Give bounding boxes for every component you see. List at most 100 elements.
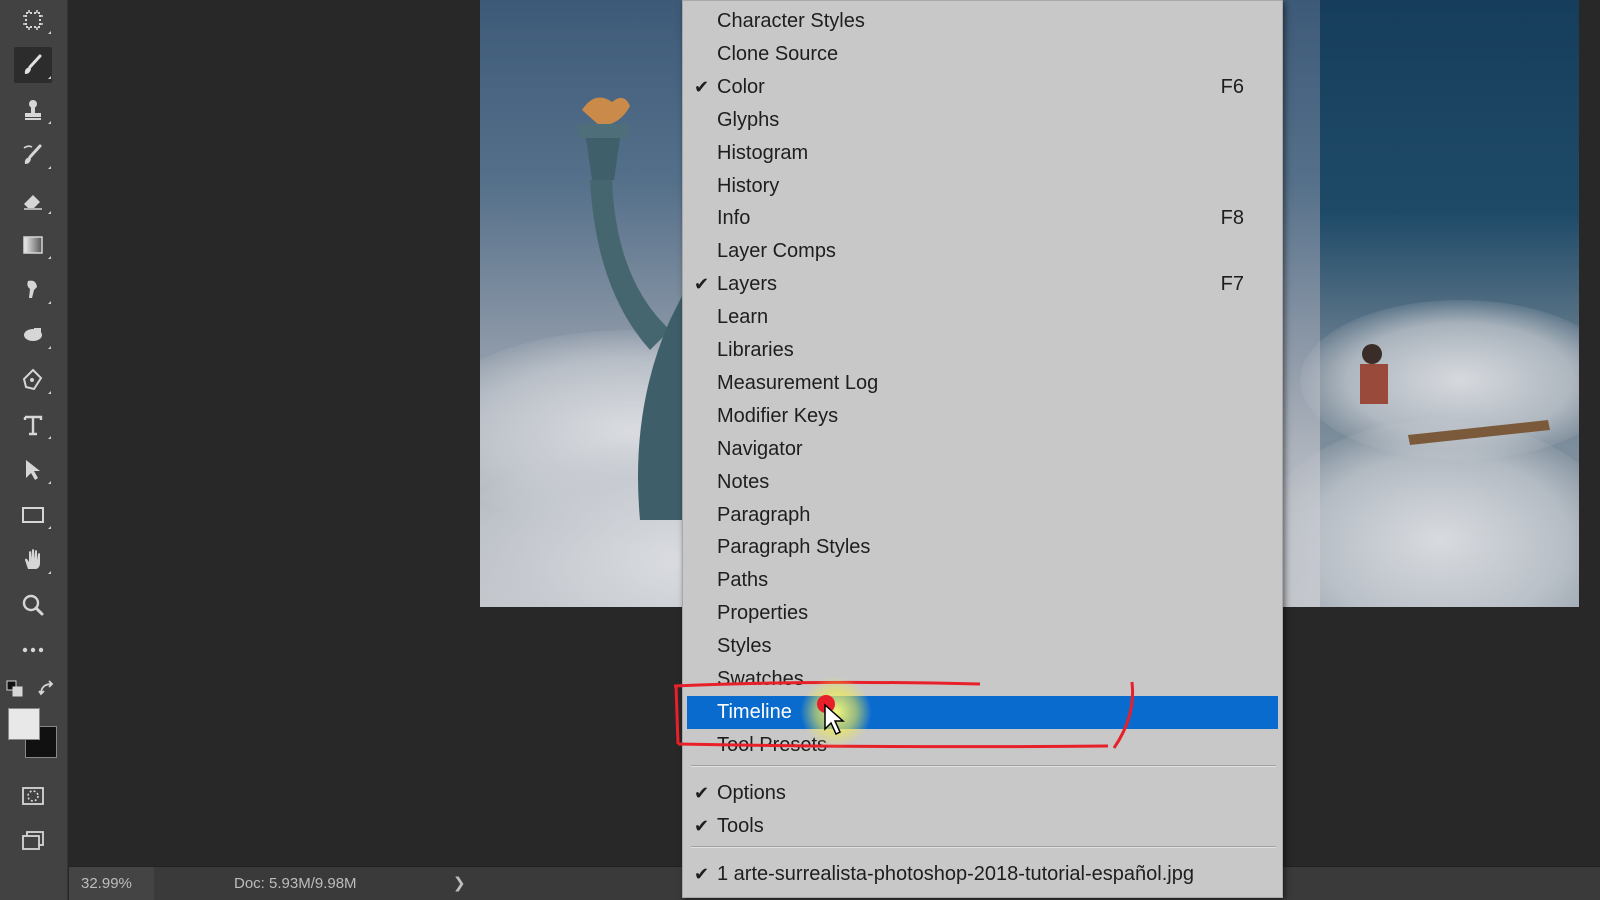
menu-item-clone-source[interactable]: Clone Source [687, 38, 1278, 71]
rectangle-tool-icon [22, 507, 44, 523]
eraser-tool-button[interactable] [14, 182, 52, 218]
menu-item-tool-presets[interactable]: Tool Presets [687, 729, 1278, 762]
more-tools-button[interactable] [14, 632, 52, 668]
gradient-tool-button[interactable] [14, 227, 52, 263]
menu-item-styles[interactable]: Styles [687, 630, 1278, 663]
type-tool-button[interactable] [14, 407, 52, 443]
menu-item-histogram[interactable]: Histogram [687, 137, 1278, 170]
menu-item-label: Tools [717, 815, 764, 837]
tools-panel [0, 0, 68, 900]
menu-item-history[interactable]: History [687, 170, 1278, 203]
pen-tool-icon [22, 368, 43, 391]
menu-item-label: Properties [717, 602, 809, 624]
menu-item-info[interactable]: Info F8 [687, 202, 1278, 235]
screen-mode-button[interactable] [14, 822, 52, 858]
status-menu-arrow[interactable]: ❯ [453, 867, 466, 900]
tool-group-indicator [48, 571, 51, 574]
tool-group-indicator [48, 31, 51, 34]
smudge-tool-button[interactable] [14, 272, 52, 308]
menu-item-paths[interactable]: Paths [687, 564, 1278, 597]
tool-group-indicator [48, 76, 51, 79]
menu-item-modifier-keys[interactable]: Modifier Keys [687, 400, 1278, 433]
menu-item-paragraph[interactable]: Paragraph [687, 499, 1278, 532]
default-colors-icon[interactable] [6, 680, 24, 698]
dodge-tool-button[interactable] [14, 317, 52, 353]
menu-item-label: Layers [717, 273, 778, 295]
zoom-level[interactable]: 32.99% [69, 867, 154, 900]
tool-group-indicator [48, 391, 51, 394]
menu-item-paragraph-styles[interactable]: Paragraph Styles [687, 531, 1278, 564]
artboard-tool-button[interactable] [14, 2, 52, 38]
menu-item-label: Learn [717, 306, 769, 328]
rectangle-tool-button[interactable] [14, 497, 52, 533]
menu-item-label: Color [717, 76, 765, 98]
history-brush-tool-button[interactable] [14, 137, 52, 173]
hand-tool-button[interactable] [14, 542, 52, 578]
screen-mode-icon [22, 831, 44, 850]
menu-item-label: Paragraph Styles [717, 536, 871, 558]
menu-item-1-arte-surrealista-photoshop-2018-tutorial-espa-ol-jpg[interactable]: ✔ 1 arte-surrealista-photoshop-2018-tutor… [687, 858, 1278, 891]
tool-group-indicator [48, 346, 51, 349]
tool-group-indicator [48, 481, 51, 484]
foreground-color-swatch[interactable] [8, 708, 40, 740]
menu-item-label: Measurement Log [717, 372, 879, 394]
menu-item-shortcut: F7 [1220, 273, 1244, 295]
menu-item-label: Modifier Keys [717, 405, 839, 427]
clone-stamp-tool-button[interactable] [14, 92, 52, 128]
artboard-tool-icon [23, 10, 43, 30]
tool-group-indicator [48, 121, 51, 124]
menu-item-tools[interactable]: ✔ Tools [687, 810, 1278, 843]
color-controls [6, 680, 62, 700]
menu-item-color[interactable]: ✔ Color F6 [687, 71, 1278, 104]
menu-item-label: Libraries [717, 339, 794, 361]
tool-group-indicator [48, 166, 51, 169]
menu-item-label: Info [717, 207, 751, 229]
hand-tool-icon [25, 549, 40, 569]
menu-item-label: Layer Comps [717, 240, 836, 262]
type-tool-icon [23, 415, 43, 436]
mouse-pointer-icon [824, 703, 845, 736]
menu-item-measurement-log[interactable]: Measurement Log [687, 367, 1278, 400]
menu-item-label: Timeline [717, 701, 792, 723]
eraser-tool-icon [24, 195, 42, 210]
menu-item-shortcut: F8 [1220, 207, 1244, 229]
menu-item-label: 1 arte-surrealista-photoshop-2018-tutori… [717, 863, 1194, 885]
menu-item-swatches[interactable]: Swatches [687, 663, 1278, 696]
quick-mask-button[interactable] [14, 778, 52, 814]
pen-tool-button[interactable] [14, 362, 52, 398]
menu-item-label: Clone Source [717, 43, 839, 65]
menu-item-timeline[interactable]: Timeline [687, 696, 1278, 729]
more-tools-icon [22, 647, 44, 653]
menu-item-options[interactable]: ✔ Options [687, 777, 1278, 810]
menu-item-label: Swatches [717, 668, 804, 690]
history-brush-tool-icon [23, 144, 42, 164]
checkmark-icon: ✔ [694, 274, 710, 294]
menu-item-glyphs[interactable]: Glyphs [687, 104, 1278, 137]
path-selection-tool-button[interactable] [14, 452, 52, 488]
smudge-tool-icon [27, 280, 37, 298]
brush-tool-button[interactable] [14, 47, 52, 83]
menu-item-label: Styles [717, 635, 772, 657]
menu-item-notes[interactable]: Notes [687, 466, 1278, 499]
boy-on-board-figure [1360, 344, 1550, 445]
brush-tool-icon [24, 54, 42, 74]
checkmark-icon: ✔ [694, 864, 710, 884]
menu-item-learn[interactable]: Learn [687, 301, 1278, 334]
swap-colors-icon[interactable] [38, 680, 58, 698]
menu-item-label: Paths [717, 569, 769, 591]
document-size-info[interactable]: Doc: 5.93M/9.98M [234, 867, 357, 900]
tool-group-indicator [48, 436, 51, 439]
menu-item-label: Paragraph [717, 504, 811, 526]
menu-item-libraries[interactable]: Libraries [687, 334, 1278, 367]
zoom-tool-button[interactable] [14, 587, 52, 623]
tool-group-indicator [48, 256, 51, 259]
menu-item-properties[interactable]: Properties [687, 597, 1278, 630]
menu-item-label: Glyphs [717, 109, 780, 131]
checkmark-icon: ✔ [694, 77, 710, 97]
menu-item-layers[interactable]: ✔ Layers F7 [687, 268, 1278, 301]
menu-item-layer-comps[interactable]: Layer Comps [687, 235, 1278, 268]
menu-item-navigator[interactable]: Navigator [687, 433, 1278, 466]
menu-item-label: History [717, 175, 780, 197]
menu-item-shortcut: F6 [1220, 76, 1244, 98]
menu-item-character-styles[interactable]: Character Styles [687, 5, 1278, 38]
